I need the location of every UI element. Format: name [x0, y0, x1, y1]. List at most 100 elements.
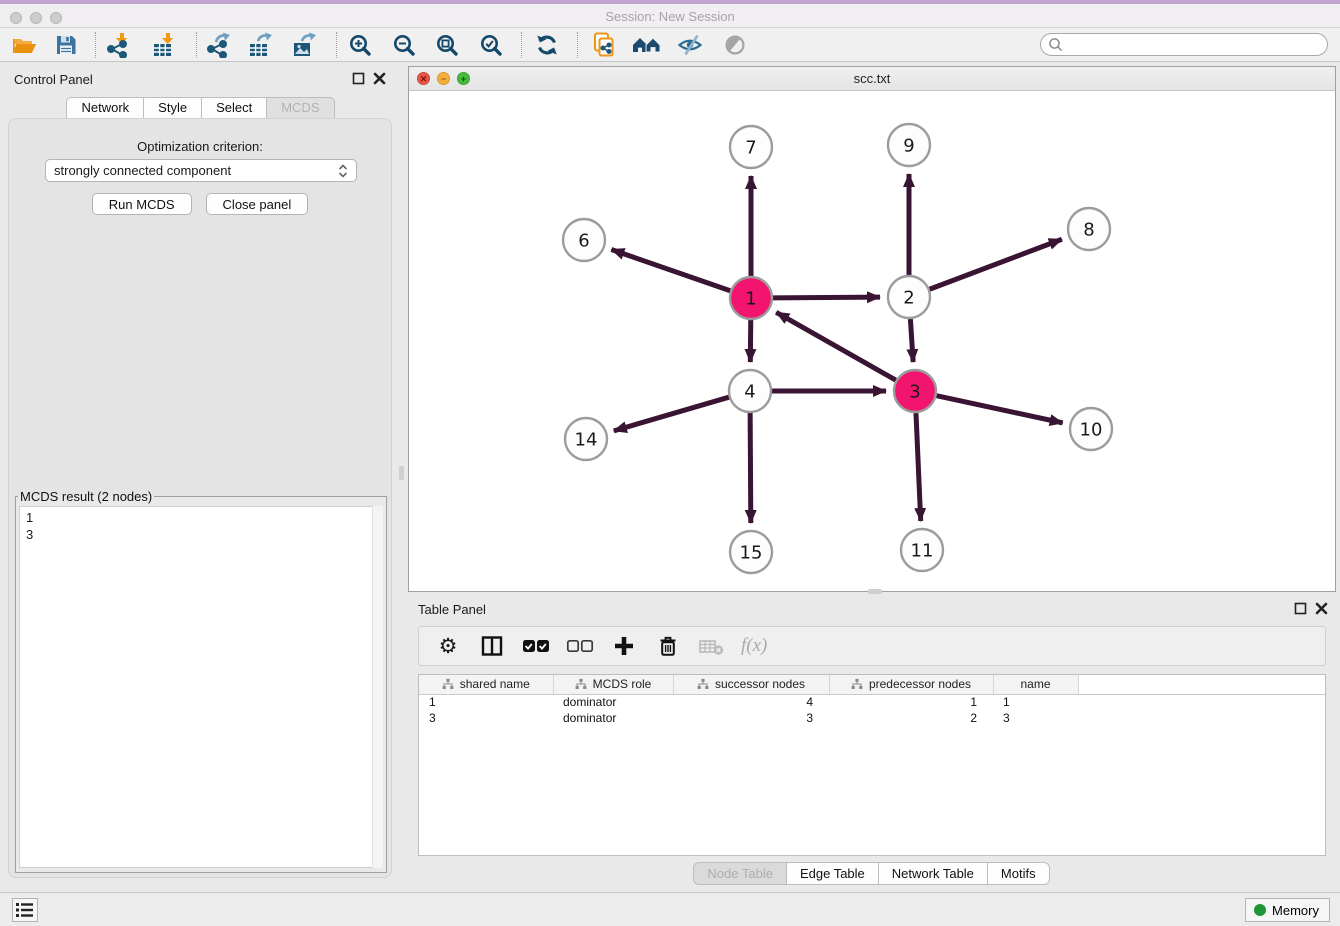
- import-network-button[interactable]: [104, 31, 132, 59]
- column-header-MCDS-role[interactable]: MCDS role: [553, 675, 673, 694]
- export-image-button[interactable]: [290, 31, 318, 59]
- graph-node-label-1: 1: [745, 288, 756, 309]
- result-scrollbar[interactable]: [372, 506, 383, 868]
- network-view-window: ✕ − + scc.txt 7968124314101511: [408, 66, 1336, 592]
- checked-boxes-icon: [522, 634, 550, 658]
- status-bar: Memory: [0, 892, 1340, 926]
- cell-shared-name[interactable]: 3: [419, 710, 553, 726]
- zoom-fit-button[interactable]: [433, 31, 461, 59]
- optimization-criterion-label: Optimization criterion:: [9, 139, 391, 154]
- table-settings-button[interactable]: ⚙: [433, 631, 463, 661]
- cell-shared-name[interactable]: 1: [419, 694, 553, 710]
- graph-node-label-8: 8: [1083, 219, 1094, 240]
- memory-button[interactable]: Memory: [1245, 898, 1330, 922]
- column-type-icon: [851, 678, 863, 690]
- table-tab-network-table[interactable]: Network Table: [878, 862, 988, 885]
- vertical-splitter-handle[interactable]: [399, 466, 404, 480]
- cell-successor-nodes[interactable]: 3: [673, 710, 829, 726]
- search-box: [1040, 33, 1328, 56]
- table-tab-edge-table[interactable]: Edge Table: [786, 862, 879, 885]
- cell-MCDS-role[interactable]: dominator: [553, 710, 673, 726]
- delete-table-button[interactable]: [697, 631, 727, 661]
- tab-select[interactable]: Select: [201, 97, 267, 119]
- zoom-selected-button[interactable]: [477, 31, 505, 59]
- function-builder-button[interactable]: f(x): [741, 631, 767, 661]
- column-header-predecessor-nodes[interactable]: predecessor nodes: [829, 675, 993, 694]
- create-column-button[interactable]: [609, 631, 639, 661]
- delete-column-button[interactable]: [653, 631, 683, 661]
- cell-MCDS-role[interactable]: dominator: [553, 694, 673, 710]
- mcds-result-text[interactable]: 1 3: [19, 506, 383, 868]
- toolbar-separator: [95, 32, 96, 58]
- show-all-icon: [723, 33, 747, 57]
- graph-node-label-10: 10: [1080, 419, 1103, 440]
- close-panel-icon[interactable]: [373, 72, 386, 85]
- tab-mcds[interactable]: MCDS: [266, 97, 334, 119]
- column-header-name[interactable]: name: [993, 675, 1078, 694]
- table-row[interactable]: 3dominator323: [419, 710, 1325, 726]
- cell-successor-nodes[interactable]: 4: [673, 694, 829, 710]
- cell-predecessor-nodes[interactable]: 1: [829, 694, 993, 710]
- show-columns-button[interactable]: [477, 631, 507, 661]
- graph-edge-4-14[interactable]: [614, 397, 729, 431]
- mcds-tab-content: Optimization criterion: strongly connect…: [8, 118, 392, 878]
- save-floppy-icon: [54, 33, 78, 57]
- task-history-button[interactable]: [12, 898, 38, 922]
- graph-edge-2-3[interactable]: [910, 319, 913, 362]
- column-type-icon: [575, 678, 587, 690]
- tab-network[interactable]: Network: [66, 97, 144, 119]
- graph-edge-2-8[interactable]: [930, 239, 1062, 289]
- toolbar-separator: [196, 32, 197, 58]
- open-session-button[interactable]: [10, 31, 38, 59]
- select-all-button[interactable]: [521, 631, 551, 661]
- zoom-in-button[interactable]: [346, 31, 374, 59]
- save-session-button[interactable]: [52, 31, 80, 59]
- column-header-successor-nodes[interactable]: successor nodes: [673, 675, 829, 694]
- trash-icon: [656, 634, 680, 658]
- horizontal-splitter-handle[interactable]: [868, 589, 882, 594]
- export-network-button[interactable]: [204, 31, 232, 59]
- deselect-all-button[interactable]: [565, 631, 595, 661]
- import-table-icon: [151, 32, 177, 58]
- search-input[interactable]: [1065, 37, 1327, 52]
- graph-edge-3-11[interactable]: [916, 413, 921, 521]
- unchecked-boxes-icon: [566, 634, 594, 658]
- first-neighbors-button[interactable]: [632, 31, 660, 59]
- column-type-icon: [442, 678, 454, 690]
- zoom-out-button[interactable]: [390, 31, 418, 59]
- float-panel-icon[interactable]: [352, 72, 365, 85]
- show-all-button[interactable]: [721, 31, 749, 59]
- network-canvas[interactable]: 7968124314101511: [409, 91, 1335, 591]
- memory-label: Memory: [1272, 903, 1319, 918]
- float-table-panel-icon[interactable]: [1294, 602, 1307, 615]
- close-panel-button[interactable]: Close panel: [206, 193, 309, 215]
- table-row[interactable]: 1dominator411: [419, 694, 1325, 710]
- criterion-dropdown[interactable]: strongly connected component: [45, 159, 357, 182]
- run-mcds-button[interactable]: Run MCDS: [92, 193, 192, 215]
- tab-style[interactable]: Style: [143, 97, 202, 119]
- graph-edge-1-6[interactable]: [611, 250, 730, 291]
- dropdown-stepper-icon: [338, 163, 348, 179]
- graph-edge-3-10[interactable]: [937, 396, 1063, 423]
- export-table-button[interactable]: [246, 31, 274, 59]
- table-tab-node-table[interactable]: Node Table: [693, 862, 787, 885]
- main-toolbar: [0, 28, 1340, 62]
- close-table-panel-icon[interactable]: [1315, 602, 1328, 615]
- graph-edge-4-15[interactable]: [750, 413, 751, 523]
- clone-network-button[interactable]: [590, 31, 618, 59]
- apply-layout-button[interactable]: [533, 31, 561, 59]
- graph-node-label-2: 2: [903, 287, 914, 308]
- column-type-icon: [697, 678, 709, 690]
- window-titlebar[interactable]: Session: New Session: [0, 0, 1340, 28]
- cell-name[interactable]: 3: [993, 710, 1078, 726]
- network-window-titlebar[interactable]: ✕ − + scc.txt: [409, 67, 1335, 91]
- column-header-shared-name[interactable]: shared name: [419, 675, 553, 694]
- hide-selected-button[interactable]: [676, 31, 704, 59]
- node-table[interactable]: shared nameMCDS rolesuccessor nodesprede…: [418, 674, 1326, 856]
- table-tab-motifs[interactable]: Motifs: [987, 862, 1050, 885]
- graph-edge-1-2[interactable]: [773, 297, 880, 298]
- graph-edge-3-1[interactable]: [776, 312, 896, 380]
- import-table-button[interactable]: [150, 31, 178, 59]
- cell-name[interactable]: 1: [993, 694, 1078, 710]
- cell-predecessor-nodes[interactable]: 2: [829, 710, 993, 726]
